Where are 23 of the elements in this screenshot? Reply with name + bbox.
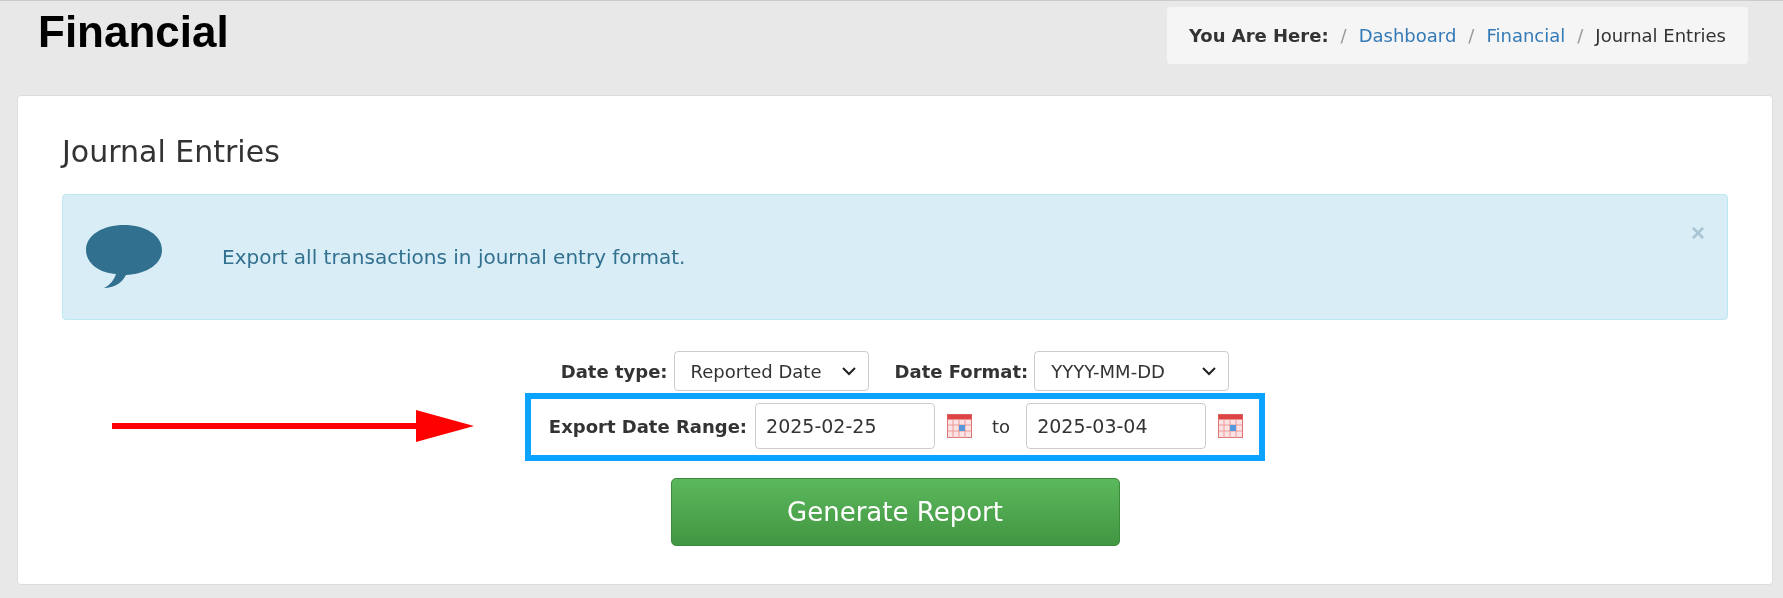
breadcrumb-current: Journal Entries: [1595, 25, 1726, 46]
chevron-icon: [841, 366, 856, 376]
field-label: Export Date Range:: [548, 415, 748, 437]
date-format-select[interactable]: YYYY-MM-DD: [1034, 351, 1230, 391]
breadcrumb-separator: /: [1340, 25, 1347, 46]
breadcrumb-label: You Are Here:: [1188, 25, 1329, 46]
panel-title: Journal Entries: [62, 133, 281, 171]
field-label: Date type:: [560, 360, 668, 382]
page-title: Financial: [38, 7, 229, 57]
breadcrumb-link[interactable]: Financial: [1486, 25, 1566, 46]
speech-bubble-icon: [84, 223, 164, 291]
end-date-field[interactable]: 2025-03-04: [1026, 403, 1207, 449]
breadcrumb-link[interactable]: Dashboard: [1358, 25, 1457, 46]
alert-message: Export all transactions in journal entry format.: [222, 245, 686, 269]
field-label: Date Format:: [894, 360, 1029, 382]
calendar-icon[interactable]: [947, 414, 973, 438]
breadcrumb-separator: /: [1468, 25, 1475, 46]
chevron-icon: [1202, 366, 1217, 376]
start-date-field[interactable]: 2025-02-25: [755, 403, 936, 449]
calendar-icon[interactable]: [1218, 414, 1244, 438]
range-separator: to: [992, 415, 1011, 437]
date-type-select[interactable]: Reported Date: [673, 351, 869, 391]
breadcrumb-separator: /: [1577, 25, 1584, 46]
